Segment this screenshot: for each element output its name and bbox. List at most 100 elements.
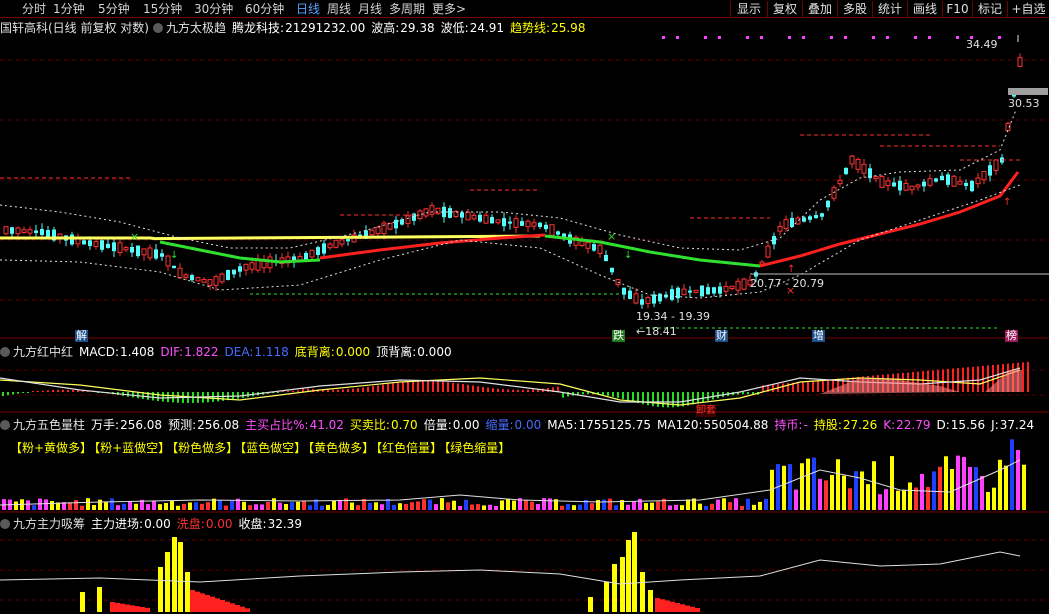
macd-bar [512,389,514,392]
macd-bar [517,389,519,392]
candle-body [117,242,123,254]
volume-bar [722,498,726,510]
inflow-bar [648,590,653,612]
volume-bar [968,466,972,510]
candle-body [34,230,38,233]
macd-bar [972,366,974,392]
wash-bar [210,596,215,612]
volume-bar [164,503,168,510]
signal-dot [718,36,721,39]
candle-body [369,229,375,236]
macd-bar [507,389,509,392]
volume-bar [602,499,606,510]
volume-bar [710,503,714,510]
volume-bar [302,500,306,510]
macd-bar [367,386,369,392]
macd-bar [582,392,584,395]
volume-bar [836,459,840,510]
volume-bar [506,498,510,510]
volume-bar [146,504,150,510]
candle-body [579,240,585,246]
macd-bar [607,392,609,396]
candle-body [160,253,164,257]
candle-body [658,293,662,302]
signal-dot [872,36,875,39]
candle-body [465,211,471,221]
candle-body [597,244,603,254]
candle-body [123,247,129,251]
macd-bar [417,381,419,392]
macd-bar [772,384,774,392]
volume-bar [884,489,888,510]
volume-bar [536,503,540,510]
macd-bar [532,389,534,392]
candle-body [207,279,213,286]
volume-bar [116,505,120,510]
wash-bar [190,590,195,612]
volume-bar [170,501,174,510]
kline-chart-area[interactable]: × ××↓ ↓↑↑ [0,0,1049,614]
candle-body [981,170,987,181]
macd-bar [787,383,789,392]
macd-bar [372,386,374,392]
candle-body [975,177,981,185]
volume-bar [368,502,372,510]
macd-bar [657,392,659,407]
candle-body [471,214,477,220]
candle-body [844,167,848,175]
volume-bar [542,498,546,510]
x-marker: × [130,230,139,243]
macd-bar [72,389,74,392]
macd-bar [602,392,604,396]
volume-bar [668,505,672,510]
macd-bar [747,392,749,395]
macd-bar [397,382,399,392]
macd-bar [162,392,164,402]
volume-bar [812,457,816,510]
candle-body [322,243,326,254]
volume-bar [848,488,852,510]
volume-bar [632,501,636,510]
candle-body [706,287,710,295]
volume-bar [740,505,744,510]
inflow-bar [626,540,631,612]
candle-body [820,213,824,217]
volume-bar [716,499,720,510]
trend-line-green [544,234,761,268]
candle-body [988,165,992,176]
inflow-bar [185,572,190,612]
volume-bar [470,504,474,510]
candle-body [195,277,201,282]
arrow-up-icon: ↑ [787,264,795,275]
macd-bar [67,389,69,392]
candle-body [735,280,741,291]
volume-bar [932,471,936,510]
macd-bar [667,392,669,408]
signal-dot [662,36,665,39]
candle-body [693,289,699,293]
inflow-bar [80,592,85,612]
volume-bar [548,498,552,510]
macd-bar [527,389,529,392]
signal-dot [956,36,959,39]
signal-dot [760,36,763,39]
volume-bar [356,505,360,510]
macd-bar [617,392,619,398]
volume-bar [908,482,912,510]
range-label-low: 19.34 - 19.39 [636,310,710,323]
candle-body [147,247,153,259]
macd-bar [412,381,414,392]
volume-bar [902,490,906,510]
volume-bar [500,500,504,510]
volume-bar [644,503,648,510]
candle-body [327,243,333,249]
wash-bar [695,608,700,612]
volume-bar [296,501,300,510]
volume-bar [1004,465,1008,510]
volume-bar [92,505,96,510]
wash-bar [660,599,665,612]
volume-bar [698,503,702,510]
macd-bar [47,390,49,392]
macd-bar [77,390,79,392]
candle-body [898,180,902,191]
